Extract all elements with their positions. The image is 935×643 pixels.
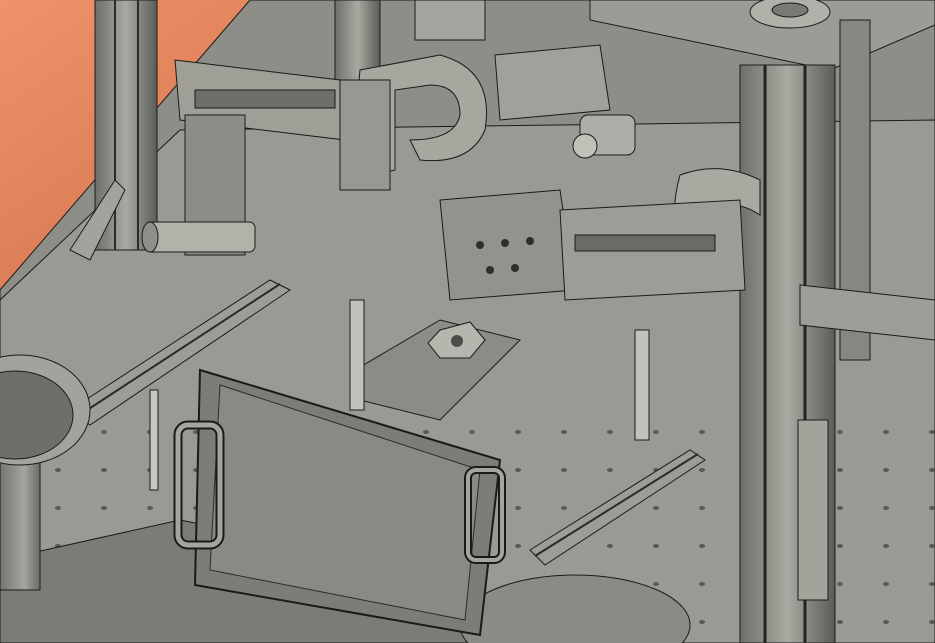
side-bracket bbox=[797, 419, 829, 601]
bolt bbox=[486, 266, 494, 274]
motor-cap bbox=[141, 221, 159, 253]
flange-hole bbox=[451, 335, 463, 347]
bolt bbox=[476, 241, 484, 249]
motor-cylinder-left bbox=[144, 221, 256, 253]
motor-cap bbox=[572, 133, 598, 159]
cad-viewport bbox=[0, 0, 935, 643]
top-mount-disk-inner bbox=[771, 2, 809, 18]
machine-render bbox=[0, 0, 935, 643]
frame-post-top-mid bbox=[414, 0, 486, 41]
clamp-body bbox=[339, 79, 391, 191]
bolt bbox=[501, 239, 509, 247]
linear-module-top bbox=[494, 44, 611, 121]
right-gantry-rail bbox=[574, 234, 716, 252]
bolt bbox=[511, 264, 519, 272]
left-gantry-rail bbox=[194, 89, 336, 109]
bolt bbox=[526, 237, 534, 245]
guide-rod bbox=[634, 329, 650, 441]
guide-rod bbox=[149, 389, 159, 491]
guide-rod bbox=[349, 299, 365, 411]
